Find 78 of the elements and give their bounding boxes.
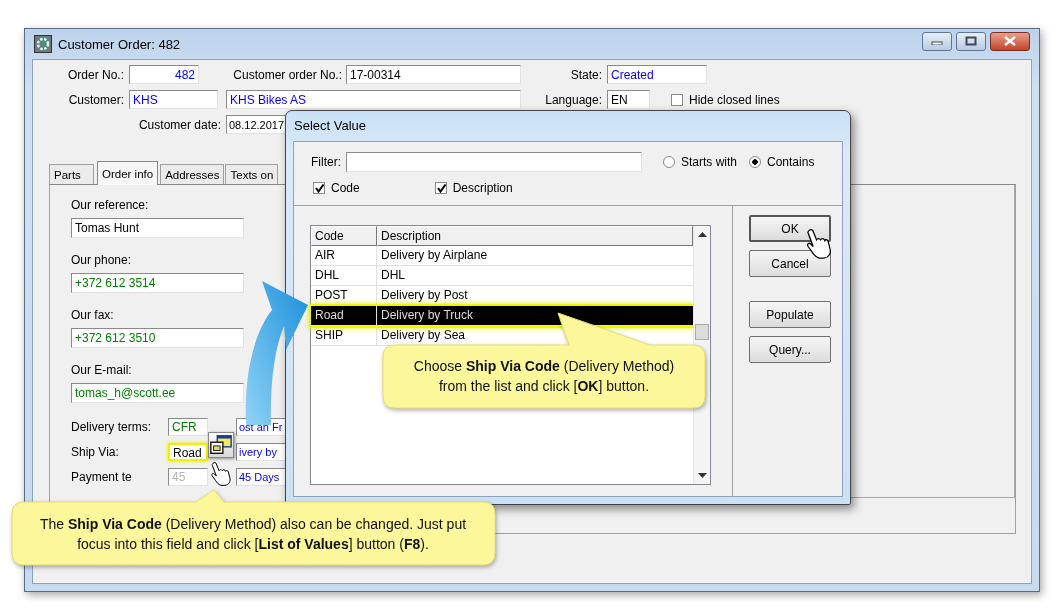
window-title: Customer Order: 482 xyxy=(58,36,181,52)
checkbox-label: Code xyxy=(331,181,360,195)
dialog-button[interactable]: Query... xyxy=(749,336,831,363)
table-cell: Road xyxy=(311,306,377,325)
dialog-button[interactable]: Populate xyxy=(749,301,831,328)
text-field[interactable]: Tomas Hunt xyxy=(71,218,244,238)
state-label: State: xyxy=(569,67,602,82)
table-row[interactable]: Road Delivery by Truck xyxy=(311,306,693,326)
maximize-button[interactable] xyxy=(956,31,986,51)
language-field[interactable]: EN xyxy=(607,90,650,109)
scroll-thumb[interactable] xyxy=(695,324,709,340)
customer-label: Customer: xyxy=(67,92,124,107)
close-button[interactable] xyxy=(990,31,1030,51)
table-row[interactable]: DHL DHL xyxy=(311,266,693,286)
checkbox[interactable] xyxy=(434,182,447,194)
list-of-values-icon[interactable] xyxy=(208,432,234,458)
field-label: Payment te xyxy=(71,470,133,484)
table-cell: DHL xyxy=(311,266,377,285)
radio-label: Starts with xyxy=(681,155,737,169)
dialog-title: Select Value xyxy=(293,117,368,135)
table-cell-text: DHL xyxy=(380,267,405,284)
radio-button[interactable] xyxy=(749,156,761,168)
code-field[interactable]: Road xyxy=(168,443,208,461)
close-icon xyxy=(1003,36,1017,46)
tab[interactable]: Texts on xyxy=(225,164,279,184)
description-field[interactable]: ivery by xyxy=(236,443,286,461)
hand-cursor-icon xyxy=(804,228,834,260)
field-label: Our fax: xyxy=(71,308,115,323)
filter-field[interactable] xyxy=(346,152,642,172)
table-cell-text: Delivery by Post xyxy=(380,287,468,304)
dialog-button[interactable]: OK xyxy=(749,215,831,242)
hide-closed-lines-checkbox[interactable] xyxy=(671,93,683,106)
code-field[interactable]: CFR xyxy=(168,418,208,436)
table-cell: SHIP xyxy=(311,326,377,345)
maximize-icon xyxy=(965,36,977,46)
hand-cursor-icon xyxy=(209,461,233,487)
customer-date-field[interactable]: 08.12.2017 xyxy=(226,115,286,134)
state-field[interactable]: Created xyxy=(607,65,707,84)
callout-text: Choose Ship Via Code (Delivery Method) from the list and click [OK] button. xyxy=(412,357,676,396)
description-field[interactable]: 45 Days xyxy=(236,468,286,486)
customer-order-number-field[interactable]: 17-00314 xyxy=(346,65,521,84)
column-header[interactable]: Code xyxy=(311,226,377,246)
radio-label: Contains xyxy=(767,155,815,169)
field-label: Our phone: xyxy=(71,253,133,268)
field-label: Our reference: xyxy=(71,198,150,213)
checkbox[interactable] xyxy=(313,182,325,194)
minimize-button[interactable] xyxy=(922,31,952,51)
checkbox-label: Description xyxy=(452,181,513,195)
text-field[interactable]: tomas_h@scott.ee xyxy=(71,383,244,403)
table-cell-text: Delivery by Airplane xyxy=(380,247,488,264)
app-icon xyxy=(34,35,52,53)
customer-date-label: Customer date: xyxy=(137,117,221,132)
table-cell-text: Delivery by Sea xyxy=(380,327,466,344)
scroll-up-icon[interactable] xyxy=(698,232,707,237)
language-label: Language: xyxy=(544,92,602,107)
tab[interactable]: Parts xyxy=(49,164,94,184)
order-number-field[interactable]: 482 xyxy=(129,65,199,84)
dialog-button[interactable]: Cancel xyxy=(749,250,831,277)
filter-label: Filter: xyxy=(311,155,341,169)
customer-code-field[interactable]: KHS xyxy=(129,90,218,109)
hide-closed-lines-label: Hide closed lines xyxy=(689,92,780,107)
table-row[interactable]: AIR Delivery by Airplane xyxy=(311,246,693,266)
tab[interactable]: Addresses xyxy=(160,164,225,184)
radio-button[interactable] xyxy=(663,156,675,168)
tab[interactable]: Order info xyxy=(97,161,159,185)
table-cell: AIR xyxy=(311,246,377,265)
customer-order-number-label: Customer order No.: xyxy=(232,67,342,82)
customer-name-field[interactable]: KHS Bikes AS xyxy=(226,90,521,109)
field-label: Delivery terms: xyxy=(71,420,152,434)
column-header[interactable]: Description xyxy=(377,226,693,246)
text-field[interactable]: +372 612 3514 xyxy=(71,273,244,293)
field-label: Ship Via: xyxy=(71,445,120,459)
scroll-down-icon[interactable] xyxy=(698,473,707,478)
field-label: Our E-mail: xyxy=(71,363,133,378)
table-cell-text: Delivery by Truck xyxy=(380,307,474,324)
text-field[interactable]: +372 612 3510 xyxy=(71,328,244,348)
callout-text: The Ship Via Code (Delivery Method) also can be changed. Just put focus into this field and click [List of Values] button (F8). xyxy=(38,515,468,554)
order-number-label: Order No.: xyxy=(67,67,124,82)
